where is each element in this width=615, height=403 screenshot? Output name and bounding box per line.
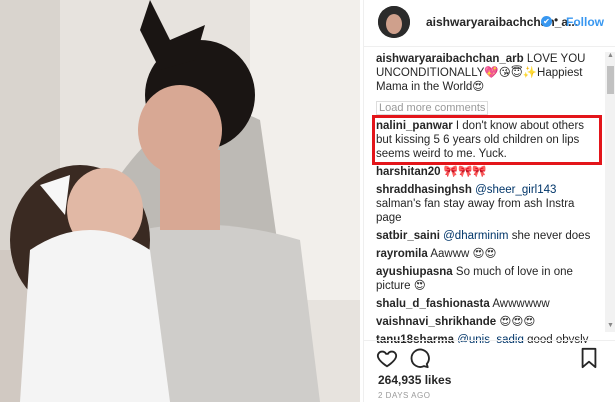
avatar[interactable]	[378, 6, 410, 38]
comments-list: aishwaryaraibachchan_arb LOVE YOU UNCOND…	[372, 52, 602, 347]
comment-username[interactable]: satbir_saini	[376, 230, 440, 242]
comment-username[interactable]: vaishnavi_shrikhande	[376, 316, 496, 328]
list-item: rayromila Aawww 😍😍	[376, 247, 598, 261]
post-header: aishwaryaraibachchan_a... ✔ • Follow	[364, 0, 615, 47]
comment-username[interactable]: rayromila	[376, 248, 428, 260]
comment-mention[interactable]: @sheer_girl143	[475, 184, 556, 196]
scroll-down-icon[interactable]: ▼	[605, 322, 615, 332]
post-timestamp: 2 DAYS AGO	[378, 391, 431, 400]
comment-text: she never does	[511, 230, 591, 242]
comment-username[interactable]: shalu_d_fashionasta	[376, 298, 490, 310]
comment-username[interactable]: nalini_panwar	[376, 120, 453, 132]
comments-scrollbar[interactable]: ▲ ▼	[605, 52, 615, 332]
likes-count[interactable]: 264,935 likes	[378, 373, 451, 387]
separator-dot: •	[554, 13, 559, 27]
comment-mention[interactable]: @dharminim	[443, 230, 508, 242]
comment-text: salman's fan stay away from ash Instra p…	[376, 198, 575, 224]
caption-comment: aishwaryaraibachchan_arb LOVE YOU UNCOND…	[376, 52, 598, 94]
list-item: shalu_d_fashionasta Awwwwww	[376, 297, 598, 311]
follow-button[interactable]: Follow	[566, 15, 604, 29]
list-item: vaishnavi_shrikhande 😍😍😍	[376, 315, 598, 329]
post-actions: 264,935 likes 2 DAYS AGO	[364, 340, 615, 403]
scrollbar-thumb[interactable]	[607, 66, 614, 94]
photo-illustration	[0, 0, 360, 402]
comment-text: Aawww 😍😍	[430, 248, 497, 260]
bookmark-icon[interactable]	[578, 347, 600, 369]
verified-badge-icon: ✔	[541, 16, 552, 27]
list-item: shraddhasinghsh @sheer_girl143 salman's …	[376, 183, 598, 225]
post-photo	[0, 0, 360, 402]
comment-icon[interactable]	[408, 347, 430, 369]
avatar-image	[378, 6, 410, 38]
highlighted-comment: nalini_panwar I don't know about others …	[372, 115, 602, 165]
list-item: ayushiupasna So much of love in one pict…	[376, 265, 598, 293]
comment-text: 😍😍😍	[499, 316, 536, 328]
post-sidebar: aishwaryaraibachchan_a... ✔ • Follow ais…	[363, 0, 615, 402]
comment-username[interactable]: ayushiupasna	[376, 266, 453, 278]
comment-username[interactable]: aishwaryaraibachchan_arb	[376, 53, 524, 65]
heart-icon[interactable]	[376, 347, 398, 369]
comment-username[interactable]: shraddhasinghsh	[376, 184, 472, 196]
load-more-comments-button[interactable]: Load more comments	[376, 101, 489, 115]
comment-username[interactable]: harshitan20	[376, 166, 441, 178]
comment-text: Awwwwww	[492, 298, 550, 310]
comment-text: 🎀🎀🎀	[443, 166, 487, 178]
list-item: satbir_saini @dharminim she never does	[376, 229, 598, 243]
list-item: harshitan20 🎀🎀🎀	[376, 165, 598, 179]
scroll-up-icon[interactable]: ▲	[605, 52, 615, 62]
